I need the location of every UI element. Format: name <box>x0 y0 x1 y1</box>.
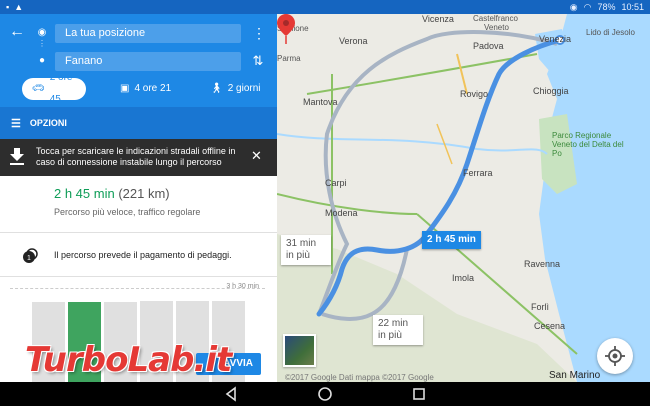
back-arrow-icon[interactable]: ← <box>9 24 25 40</box>
city-label: Venezia <box>539 34 572 44</box>
warning-icon: ▲ <box>14 2 24 12</box>
walk-icon: 🚶︎ <box>210 83 223 94</box>
divider <box>0 276 277 277</box>
destination-marker-icon <box>277 14 295 44</box>
city-label: Cesena <box>534 321 566 331</box>
city-label: San Marino <box>549 370 601 381</box>
clock: 10:51 <box>621 2 644 12</box>
mode-label-car: 2 ore 45 <box>49 72 73 105</box>
directions-header: ← ◉ ⋮ ● La tua posizione Fanano ⋮ ⇅ 🚗︎ 2… <box>0 14 277 107</box>
map-canvas <box>277 14 650 382</box>
city-label: Forlì <box>531 302 549 312</box>
crosshair-icon <box>605 346 625 366</box>
mode-tab-car[interactable]: 🚗︎ 2 ore 45 <box>22 72 86 105</box>
route-description: Percorso più veloce, traffico regolare <box>54 207 201 217</box>
city-label: Castelfranco <box>473 14 518 23</box>
route-distance: (221 km) <box>118 186 170 201</box>
route-duration: 2 h 45 min <box>54 186 115 201</box>
chart-guide-line <box>10 288 265 289</box>
location-icon: ◉ <box>569 1 578 12</box>
city-label: Ferrara <box>463 168 493 178</box>
route-label-alt2[interactable]: 22 min in più <box>373 315 423 345</box>
map-copyright: ©2017 Google Dati mappa ©2017 Google <box>285 373 434 382</box>
city-label: Imola <box>452 273 475 283</box>
toll-notice: Il percorso prevede il pagamento di peda… <box>54 250 232 260</box>
city-label: Carpi <box>325 178 347 188</box>
mode-tab-walk[interactable]: 🚶︎ 2 giorni <box>210 78 261 100</box>
city-label: Vicenza <box>422 14 454 24</box>
turbolab-watermark: TurboLab.it <box>0 340 240 386</box>
status-bar: ▪ ▲ ◉ ◠ 78% 10:51 <box>0 0 650 14</box>
mode-tab-transit[interactable]: ▣ 4 ore 21 <box>120 78 171 100</box>
my-location-button[interactable] <box>597 338 633 374</box>
offline-download-banner[interactable]: Tocca per scaricare le indicazioni strad… <box>0 139 277 176</box>
satellite-layer-button[interactable] <box>283 334 316 367</box>
route-label-main[interactable]: 2 h 45 min <box>422 231 481 249</box>
home-icon[interactable] <box>317 386 333 402</box>
download-icon <box>10 148 24 165</box>
route-summary[interactable]: 2 h 45 min (221 km) <box>54 186 170 201</box>
options-bar[interactable]: ☰ OPZIONI <box>0 107 277 139</box>
city-label: Lido di Jesolo <box>586 28 635 37</box>
car-icon: 🚗︎ <box>32 83 45 94</box>
route-label-alt1[interactable]: 31 min in più <box>281 235 331 265</box>
recents-icon[interactable] <box>411 386 427 402</box>
back-icon[interactable] <box>223 386 239 402</box>
android-screen: ▪ ▲ ◉ ◠ 78% 10:51 ← ◉ ⋮ ● La tua posizio… <box>0 0 650 406</box>
swap-icon[interactable]: ⇅ <box>250 53 266 69</box>
route-dots-icon: ⋮ <box>38 39 46 48</box>
city-label: Chioggia <box>533 86 569 96</box>
city-label: Ravenna <box>524 259 561 269</box>
city-label: Mantova <box>303 97 338 107</box>
notification-icon: ▪ <box>6 2 10 12</box>
map-view[interactable]: Castelfranco Veneto Vicenza Lido di Jeso… <box>277 14 650 382</box>
mode-label-transit: 4 ore 21 <box>134 83 172 94</box>
offline-message: Tocca per scaricare le indicazioni strad… <box>36 146 236 167</box>
options-label: OPZIONI <box>29 118 67 128</box>
svg-text:1: 1 <box>27 255 31 262</box>
close-icon[interactable]: ✕ <box>251 149 262 163</box>
city-label: Parma <box>277 54 301 63</box>
battery-level: 78% <box>597 2 616 12</box>
origin-field[interactable]: La tua posizione <box>55 24 241 43</box>
park-label: Parco Regionale Veneto del Delta del Po <box>552 131 624 158</box>
city-label: Rovigo <box>460 89 489 99</box>
watermark-text: TurboLab.it <box>25 340 232 380</box>
destination-pin-icon: ● <box>38 55 46 66</box>
wifi-icon: ◠ <box>583 1 592 12</box>
more-options-icon[interactable]: ⋮ <box>252 26 266 40</box>
mode-label-walk: 2 giorni <box>227 83 261 94</box>
city-label: Veneto <box>484 23 509 32</box>
bus-icon: ▣ <box>120 83 130 94</box>
toll-icon: 1 <box>23 248 38 263</box>
sliders-icon: ☰ <box>11 117 21 130</box>
city-label: Verona <box>339 36 368 46</box>
directions-panel: ← ◉ ⋮ ● La tua posizione Fanano ⋮ ⇅ 🚗︎ 2… <box>0 14 277 382</box>
city-label: Modena <box>325 208 358 218</box>
city-label: Padova <box>473 41 504 51</box>
divider <box>0 232 277 233</box>
